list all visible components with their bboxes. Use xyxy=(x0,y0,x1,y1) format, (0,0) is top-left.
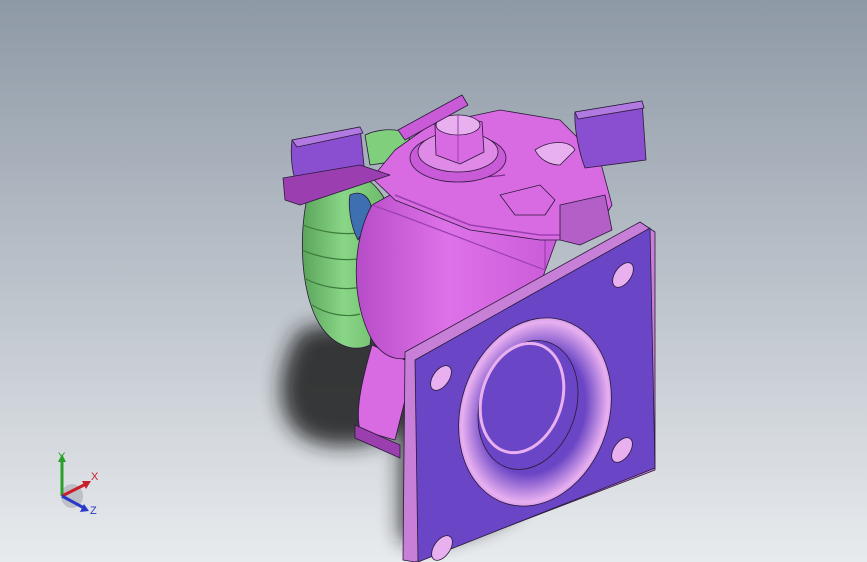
graphics-viewport[interactable]: Y X Z xyxy=(0,0,867,562)
reference-triad: Y X Z xyxy=(50,448,110,522)
right-brake-lever[interactable] xyxy=(574,100,647,169)
model-view[interactable] xyxy=(0,0,867,562)
y-axis-label: Y xyxy=(58,451,66,463)
x-axis-label: X xyxy=(91,471,99,483)
z-axis-label: Z xyxy=(90,505,97,517)
